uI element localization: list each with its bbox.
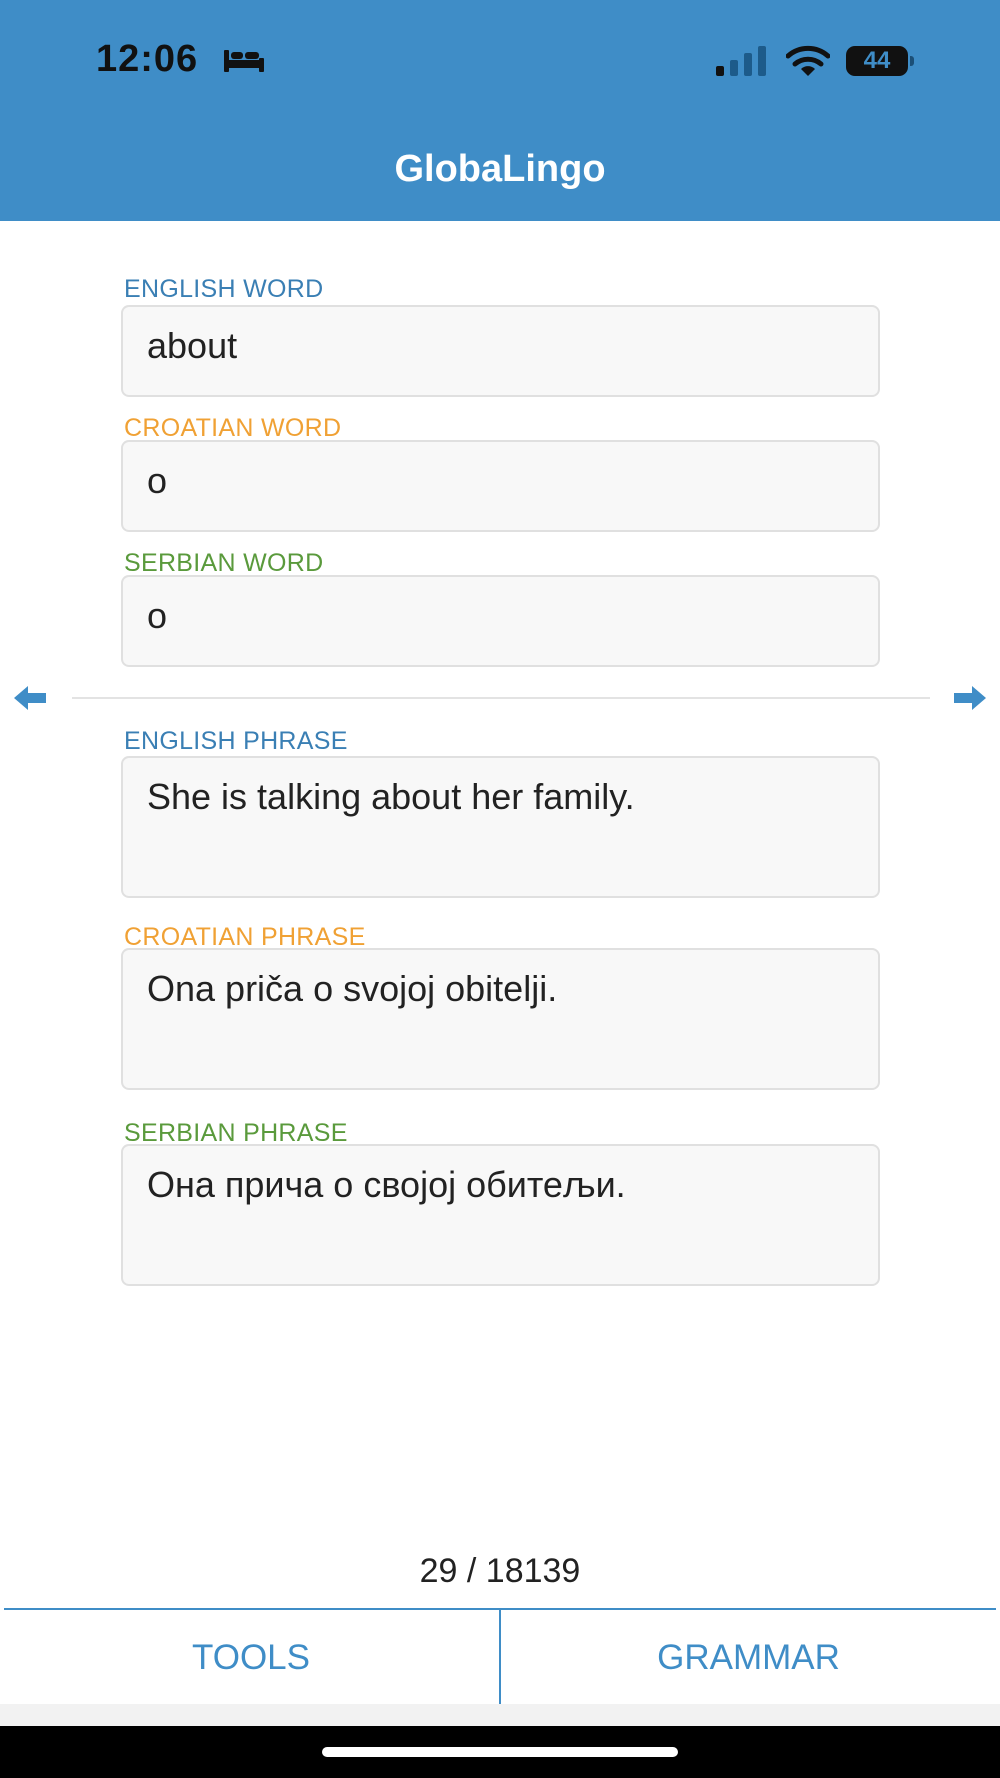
croatian-word-field[interactable]: o — [121, 440, 880, 532]
section-divider — [72, 697, 930, 699]
serbian-word-label: SERBIAN WORD — [124, 549, 324, 577]
app-header: 12:06 44 GlobaLingo — [0, 0, 1000, 221]
wifi-icon — [786, 45, 830, 76]
app-screen: 12:06 44 GlobaLingo ENGLISH WORD about C… — [0, 0, 1000, 1778]
english-word-field[interactable]: about — [121, 305, 880, 397]
battery-indicator: 44 — [846, 46, 916, 78]
english-word-label: ENGLISH WORD — [124, 275, 324, 303]
battery-level: 44 — [863, 47, 891, 74]
signal-icon — [716, 46, 766, 76]
home-indicator[interactable] — [322, 1747, 678, 1757]
serbian-word-field[interactable]: о — [121, 575, 880, 667]
status-time: 12:06 — [96, 38, 199, 80]
item-counter: 29 / 18139 — [419, 1552, 581, 1590]
bottom-strip — [0, 1704, 1000, 1726]
arrow-right-icon[interactable] — [952, 684, 986, 712]
bottom-toolbar: TOOLS GRAMMAR — [4, 1608, 996, 1706]
croatian-phrase-field[interactable]: Ona priča o svojoj obitelji. — [121, 948, 880, 1090]
battery-cap — [910, 56, 914, 66]
grammar-button[interactable]: GRAMMAR — [501, 1610, 996, 1706]
english-phrase-label: ENGLISH PHRASE — [124, 727, 348, 755]
app-title: GlobaLingo — [394, 148, 606, 190]
english-phrase-field[interactable]: She is talking about her family. — [121, 756, 880, 898]
serbian-phrase-field[interactable]: Она прича о својој обитељи. — [121, 1144, 880, 1286]
croatian-word-label: CROATIAN WORD — [124, 414, 342, 442]
tools-button[interactable]: TOOLS — [4, 1610, 498, 1706]
bed-icon — [224, 50, 264, 72]
arrow-left-icon[interactable] — [14, 684, 48, 712]
